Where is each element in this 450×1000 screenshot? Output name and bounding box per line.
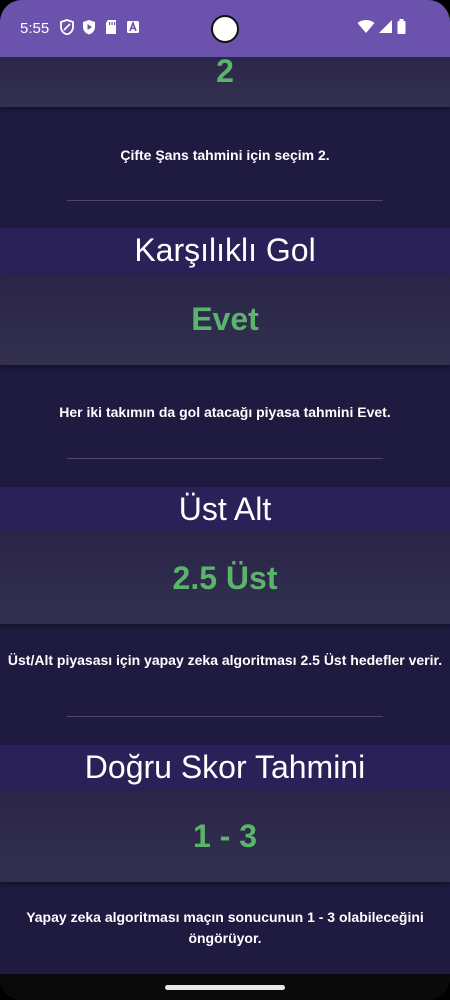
home-gesture-handle[interactable] bbox=[165, 985, 285, 990]
divider bbox=[67, 716, 383, 717]
btts-value: Evet bbox=[191, 300, 259, 337]
over-under-value-card: 2.5 Üst bbox=[0, 532, 450, 624]
correct-score-header: Doğru Skor Tahmini bbox=[0, 745, 450, 790]
font-a-icon bbox=[126, 19, 140, 35]
status-icons-right bbox=[357, 19, 406, 39]
battery-icon bbox=[397, 19, 406, 39]
btts-description: Her iki takımın da gol atacağı piyasa ta… bbox=[59, 404, 391, 420]
correct-score-description: Yapay zeka algoritması maçın sonucunun 1… bbox=[26, 909, 424, 946]
btts-header: Karşılıklı Gol bbox=[0, 228, 450, 273]
signal-icon bbox=[379, 19, 393, 39]
over-under-description: Üst/Alt piyasası için yapay zeka algorit… bbox=[7, 652, 443, 668]
wifi-icon bbox=[357, 19, 375, 39]
double-chance-description: Çifte Şans tahmini için seçim 2. bbox=[120, 147, 330, 163]
predictions-scroll-view[interactable]: 2 Çifte Şans tahmini için seçim 2. Karşı… bbox=[0, 47, 450, 1000]
double-chance-value: 2 bbox=[216, 52, 234, 89]
sd-card-icon bbox=[104, 19, 118, 35]
status-icons-left bbox=[60, 19, 140, 35]
navigation-bar bbox=[0, 974, 450, 1000]
shield-icon bbox=[60, 19, 74, 35]
front-camera bbox=[211, 15, 239, 43]
divider bbox=[67, 458, 383, 459]
status-bar: 5:55 bbox=[0, 0, 450, 57]
correct-score-value-card: 1 - 3 bbox=[0, 790, 450, 882]
btts-value-card: Evet bbox=[0, 273, 450, 365]
status-time: 5:55 bbox=[20, 20, 50, 37]
over-under-header: Üst Alt bbox=[0, 487, 450, 532]
play-protect-icon bbox=[82, 19, 96, 35]
phone-screen: 5:55 2 Çifte Şans tahmini için seçim 2. … bbox=[0, 0, 450, 1000]
over-under-value: 2.5 Üst bbox=[172, 559, 278, 596]
correct-score-value: 1 - 3 bbox=[192, 817, 258, 854]
divider bbox=[67, 200, 383, 201]
